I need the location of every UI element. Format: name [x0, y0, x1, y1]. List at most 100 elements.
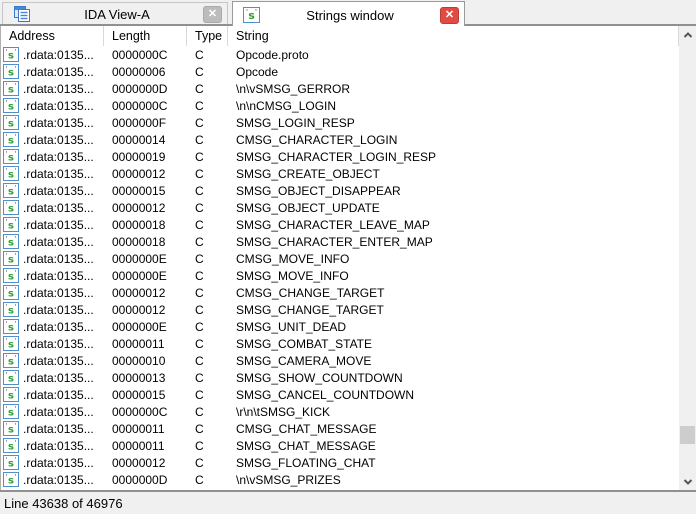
string-value: CMSG_CHAT_MESSAGE [236, 421, 377, 436]
address-cell: ' s ' .rdata:0135... [1, 353, 104, 368]
table-row[interactable]: ' s ' .rdata:0135... 0000000D C \n\vSMSG… [1, 471, 679, 488]
address-value: .rdata:0135... [23, 217, 94, 232]
svg-text:': ' [15, 48, 17, 56]
scroll-up-icon[interactable] [679, 26, 696, 43]
svg-text:': ' [15, 167, 17, 175]
address-cell: ' s ' .rdata:0135... [1, 251, 104, 266]
table-row[interactable]: ' s ' .rdata:0135... 00000012 C CMSG_CHA… [1, 284, 679, 301]
type-value: C [195, 166, 204, 181]
column-header-length[interactable]: Length [104, 26, 187, 46]
column-header-string[interactable]: String [228, 26, 679, 46]
table-row[interactable]: ' s ' .rdata:0135... 0000000C C \r\n\tSM… [1, 403, 679, 420]
svg-text:s: s [8, 68, 14, 79]
table-row[interactable]: ' s ' .rdata:0135... 00000018 C SMSG_CHA… [1, 233, 679, 250]
table-row[interactable]: ' s ' .rdata:0135... 00000013 C SMSG_SHO… [1, 369, 679, 386]
address-value: .rdata:0135... [23, 200, 94, 215]
svg-text:s: s [8, 102, 14, 113]
svg-text:s: s [8, 323, 14, 334]
table-row[interactable]: ' s ' .rdata:0135... 00000012 C SMSG_CRE… [1, 165, 679, 182]
table-row[interactable]: ' s ' .rdata:0135... 0000000C C Opcode.p… [1, 46, 679, 63]
length-value: 00000014 [112, 132, 166, 147]
string-literal-icon: ' s ' [3, 370, 19, 385]
string-literal-icon: ' s ' [3, 268, 19, 283]
svg-text:': ' [15, 354, 17, 362]
svg-text:s: s [8, 459, 14, 470]
table-row[interactable]: ' s ' .rdata:0135... 00000014 C CMSG_CHA… [1, 131, 679, 148]
address-value: .rdata:0135... [23, 302, 94, 317]
type-value: C [195, 115, 204, 130]
table-row[interactable]: ' s ' .rdata:0135... 00000012 C SMSG_CHA… [1, 301, 679, 318]
close-icon[interactable]: ✕ [203, 5, 222, 23]
table-row[interactable]: ' s ' .rdata:0135... 00000012 C SMSG_OBJ… [1, 199, 679, 216]
address-value: .rdata:0135... [23, 183, 94, 198]
table-row[interactable]: ' s ' .rdata:0135... 00000015 C SMSG_OBJ… [1, 182, 679, 199]
tab-ida-view-a[interactable]: IDA View-A ✕ [2, 2, 228, 25]
address-value: .rdata:0135... [23, 455, 94, 470]
tab-label: Strings window [306, 7, 394, 23]
table-row[interactable]: ' s ' .rdata:0135... 00000018 C SMSG_CHA… [1, 216, 679, 233]
length-value: 0000000C [112, 98, 168, 113]
svg-text:': ' [15, 269, 17, 277]
string-value: SMSG_SHOW_COUNTDOWN [236, 370, 403, 385]
string-literal-icon: ' s ' [3, 353, 19, 368]
address-value: .rdata:0135... [23, 166, 94, 181]
table-row[interactable]: ' s ' .rdata:0135... 00000011 C SMSG_COM… [1, 335, 679, 352]
length-value: 00000011 [112, 336, 165, 351]
string-literal-icon: ' s ' [3, 387, 19, 402]
table-row[interactable]: ' s ' .rdata:0135... 00000010 C SMSG_CAM… [1, 352, 679, 369]
scroll-down-icon[interactable] [679, 473, 696, 490]
svg-text:': ' [15, 371, 17, 379]
tab-strings-window[interactable]: ' s ' Strings window ✕ [232, 1, 465, 28]
svg-text:s: s [8, 255, 14, 266]
vertical-scrollbar[interactable] [679, 26, 696, 490]
string-literal-icon: ' s ' [3, 285, 19, 300]
svg-text:': ' [15, 218, 17, 226]
address-value: .rdata:0135... [23, 132, 94, 147]
address-value: .rdata:0135... [23, 353, 94, 368]
scrollbar-thumb[interactable] [680, 426, 695, 444]
address-cell: ' s ' .rdata:0135... [1, 455, 104, 470]
svg-text:s: s [8, 391, 14, 402]
table-row[interactable]: ' s ' .rdata:0135... 0000000F C SMSG_LOG… [1, 114, 679, 131]
column-header-type[interactable]: Type [187, 26, 228, 46]
close-icon[interactable]: ✕ [440, 6, 459, 24]
string-value: CMSG_MOVE_INFO [236, 251, 350, 266]
table-row[interactable]: ' s ' .rdata:0135... 0000000D C \n\vSMSG… [1, 80, 679, 97]
string-value: SMSG_CHARACTER_ENTER_MAP [236, 234, 433, 249]
table-row[interactable]: ' s ' .rdata:0135... 00000019 C SMSG_CHA… [1, 148, 679, 165]
string-value: SMSG_CHANGE_TARGET [236, 302, 384, 317]
string-literal-icon: ' s ' [3, 234, 19, 249]
address-value: .rdata:0135... [23, 64, 94, 79]
svg-text:': ' [15, 65, 17, 73]
string-literal-icon: ' s ' [3, 183, 19, 198]
string-literal-icon: ' s ' [3, 336, 19, 351]
length-value: 0000000E [112, 251, 167, 266]
address-cell: ' s ' .rdata:0135... [1, 47, 104, 62]
string-value: SMSG_UNIT_DEAD [236, 319, 347, 334]
table-row[interactable]: ' s ' .rdata:0135... 00000006 C Opcode [1, 63, 679, 80]
table-row[interactable]: ' s ' .rdata:0135... 0000000E C CMSG_MOV… [1, 250, 679, 267]
table-row[interactable]: ' s ' .rdata:0135... 00000015 C SMSG_CAN… [1, 386, 679, 403]
address-cell: ' s ' .rdata:0135... [1, 166, 104, 181]
svg-text:s: s [8, 153, 14, 164]
string-value: SMSG_CHARACTER_LOGIN_RESP [236, 149, 437, 164]
table-row[interactable]: ' s ' .rdata:0135... 00000011 C SMSG_CHA… [1, 437, 679, 454]
string-value: SMSG_COMBAT_STATE [236, 336, 373, 351]
table-row[interactable]: ' s ' .rdata:0135... 00000012 C SMSG_FLO… [1, 454, 679, 471]
table-row[interactable]: ' s ' .rdata:0135... 0000000E C SMSG_MOV… [1, 267, 679, 284]
svg-text:s: s [8, 374, 14, 385]
svg-text:': ' [15, 303, 17, 311]
address-value: .rdata:0135... [23, 472, 94, 487]
string-literal-icon: ' s ' [3, 149, 19, 164]
svg-text:': ' [255, 8, 257, 16]
string-literal-icon: ' s ' [3, 438, 19, 453]
string-literal-icon: ' s ' [3, 200, 19, 215]
length-value: 00000011 [112, 438, 165, 453]
table-row[interactable]: ' s ' .rdata:0135... 00000011 C CMSG_CHA… [1, 420, 679, 437]
tab-label: IDA View-A [84, 6, 150, 22]
table-row[interactable]: ' s ' .rdata:0135... 0000000E C SMSG_UNI… [1, 318, 679, 335]
table-row[interactable]: ' s ' .rdata:0135... 0000000C C \n\nCMSG… [1, 97, 679, 114]
column-header-address[interactable]: Address [1, 26, 104, 46]
svg-text:': ' [15, 150, 17, 158]
svg-text:': ' [15, 99, 17, 107]
